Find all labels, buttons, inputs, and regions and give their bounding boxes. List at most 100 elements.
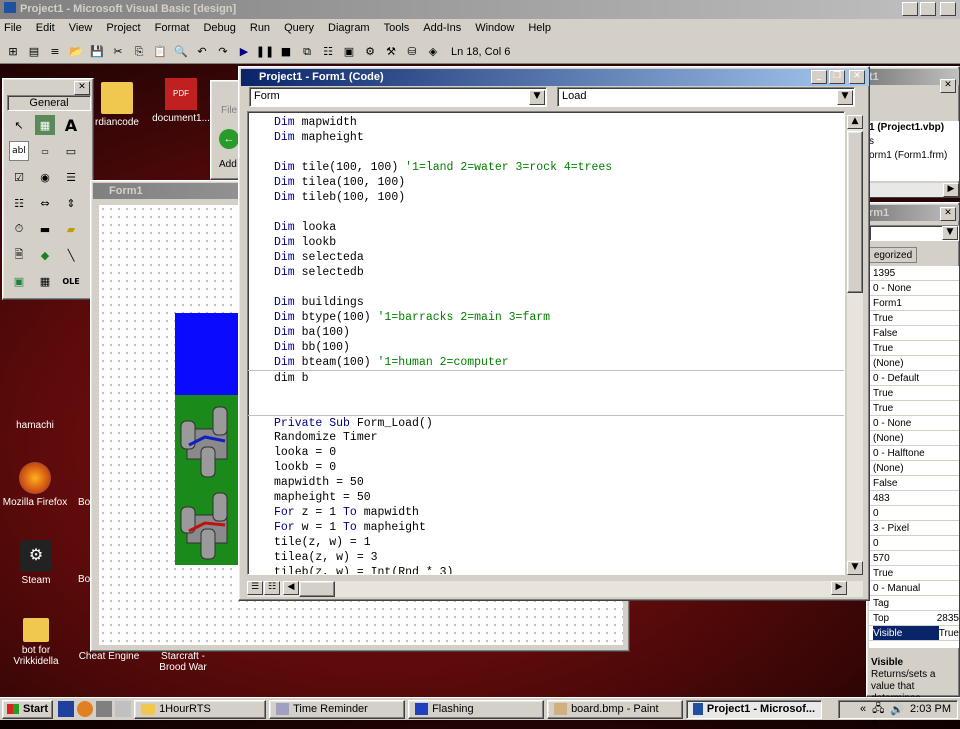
menu-tools[interactable]: Tools — [384, 22, 410, 36]
tree-item-project[interactable]: 1 (Project1.vbp) — [869, 121, 959, 135]
project-hscroll[interactable]: ▶ — [869, 183, 959, 197]
property-row[interactable]: True — [869, 386, 959, 401]
menu-view[interactable]: View — [69, 22, 93, 36]
code-window-title-bar[interactable]: Project1 - Form1 (Code) _ ❐ ✕ — [241, 69, 869, 86]
quicklaunch-icon[interactable] — [115, 701, 132, 717]
menu-file[interactable]: File — [4, 22, 22, 36]
desktop-icon-steam[interactable]: ⚙ Steam — [1, 540, 71, 586]
menu-format[interactable]: Format — [155, 22, 190, 36]
property-row[interactable]: Top 2835 — [869, 611, 959, 626]
open-icon[interactable]: 📂 — [67, 43, 85, 61]
quicklaunch-icon[interactable] — [58, 701, 75, 717]
quicklaunch-icon[interactable] — [96, 701, 113, 717]
code-close-button[interactable]: ✕ — [849, 70, 865, 84]
code-window[interactable]: Project1 - Form1 (Code) _ ❐ ✕ Form ▼ Loa… — [238, 66, 870, 601]
property-row[interactable]: True — [869, 341, 959, 356]
frame-icon[interactable]: ▭ — [35, 141, 55, 161]
drivelistbox-icon[interactable]: ▬ — [35, 219, 55, 239]
property-row[interactable]: 0 — [869, 536, 959, 551]
filelistbox-icon[interactable]: 🗎 — [9, 245, 29, 265]
desktop-icon-hamachi[interactable]: hamachi — [0, 420, 70, 431]
checkbox-icon[interactable]: ☑ — [9, 167, 29, 187]
property-row[interactable]: True — [869, 311, 959, 326]
picturebox-icon[interactable]: ▦ — [35, 115, 55, 135]
toolbox-icon[interactable]: ⚒ — [382, 43, 400, 61]
code-editor[interactable]: Dim mapwidth Dim mapheight Dim tile(100, 1… — [247, 111, 845, 575]
properties-window[interactable]: rm1 ✕ ▼ egorized 1395 0 - None Form1 True Fa… — [866, 202, 960, 728]
property-row[interactable]: 570 — [869, 551, 959, 566]
property-row[interactable]: True — [869, 401, 959, 416]
redo-icon[interactable]: ↷ — [214, 43, 232, 61]
property-row[interactable]: 0 - Default — [869, 371, 959, 386]
scroll-left-arrow-icon[interactable]: ◀ — [283, 581, 299, 595]
desktop-icon-bo1[interactable]: Bo — [78, 497, 90, 508]
find-icon[interactable]: 🔍 — [172, 43, 190, 61]
scroll-right-arrow-icon[interactable]: ▶ — [831, 581, 847, 595]
add-project-icon[interactable]: ⊞ — [4, 43, 22, 61]
menu-project[interactable]: Project — [106, 22, 140, 36]
tree-item-form1[interactable]: orm1 (Form1.frm) — [869, 149, 959, 163]
optionbutton-icon[interactable]: ◉ — [35, 167, 55, 187]
cut-icon[interactable]: ✂ — [109, 43, 127, 61]
property-row[interactable]: (None) — [869, 461, 959, 476]
task-paint[interactable]: board.bmp - Paint — [547, 699, 684, 719]
project-explorer-icon[interactable]: ⧉ — [298, 43, 316, 61]
start-button[interactable]: Start — [2, 699, 54, 719]
scroll-right-arrow-icon[interactable]: ▶ — [943, 183, 959, 197]
menu-run[interactable]: Run — [250, 22, 270, 36]
property-row[interactable]: 1395 — [869, 266, 959, 281]
menu-diagram[interactable]: Diagram — [328, 22, 370, 36]
back-arrow-icon[interactable]: ← — [219, 129, 239, 149]
label-icon[interactable]: A — [61, 115, 81, 135]
object-browser-icon[interactable]: ⚙ — [361, 43, 379, 61]
dirlistbox-icon[interactable]: ▰ — [61, 219, 81, 239]
project-explorer-window[interactable]: t1 ✕ 1 (Project1.vbp) s orm1 (Form1.frm)… — [866, 66, 960, 198]
component-manager-icon[interactable]: ◈ — [424, 43, 442, 61]
desktop-icon-document1[interactable]: PDF document1... — [146, 78, 216, 124]
tree-item-forms[interactable]: s — [869, 135, 959, 149]
chevron-down-icon[interactable]: ▼ — [942, 226, 958, 240]
maximize-button[interactable]: ❐ — [920, 2, 936, 16]
property-row[interactable]: 0 - Manual — [869, 581, 959, 596]
properties-close-button[interactable]: ✕ — [940, 207, 956, 221]
main-title-bar[interactable]: Project1 - Microsoft Visual Basic [desig… — [0, 0, 960, 19]
property-row[interactable]: Form1 — [869, 296, 959, 311]
desktop-icon-starcraft[interactable]: Starcraft - Brood War — [148, 651, 218, 673]
add-form-icon[interactable]: ▤ — [25, 43, 43, 61]
task-time-reminder[interactable]: Time Reminder — [269, 699, 406, 719]
project-explorer-close-button[interactable]: ✕ — [940, 79, 956, 93]
volume-icon[interactable]: 🔊 — [890, 703, 904, 716]
tab-categorized[interactable]: egorized — [869, 247, 917, 263]
run-icon[interactable]: ▶ — [235, 43, 253, 61]
desktop-icon-bo2[interactable]: Bo — [78, 574, 90, 585]
pause-icon[interactable]: ❚❚ — [256, 43, 274, 61]
toolbox-tab-general[interactable]: General — [7, 95, 91, 111]
scroll-up-arrow-icon[interactable]: ▲ — [847, 115, 863, 129]
tray-expand-icon[interactable]: « — [860, 703, 866, 715]
code-vscrollbar[interactable]: ▲ ▼ — [847, 115, 863, 575]
procedure-view-icon[interactable]: ☰ — [247, 581, 263, 595]
task-1hourrts[interactable]: 1HourRTS — [134, 699, 267, 719]
property-row[interactable]: False — [869, 476, 959, 491]
undo-icon[interactable]: ↶ — [193, 43, 211, 61]
object-selector-combo[interactable]: ▼ — [869, 225, 959, 241]
hscroll-thumb[interactable] — [299, 581, 335, 597]
property-row[interactable]: (None) — [869, 431, 959, 446]
menu-query[interactable]: Query — [284, 22, 314, 36]
toolbox-close-button[interactable]: ✕ — [74, 81, 90, 95]
hscrollbar-icon[interactable]: ⇔ — [35, 193, 55, 213]
close-button[interactable]: ✕ — [940, 2, 956, 16]
minimize-button[interactable]: _ — [902, 2, 918, 16]
network-icon[interactable]: 🖧 — [872, 701, 884, 718]
menu-addins[interactable]: Add-Ins — [423, 22, 461, 36]
property-row[interactable]: 483 — [869, 491, 959, 506]
listbox-icon[interactable]: ☷ — [9, 193, 29, 213]
combobox-icon[interactable]: ☰ — [61, 167, 81, 187]
property-row[interactable]: (None) — [869, 356, 959, 371]
property-row[interactable]: True — [869, 566, 959, 581]
menu-editor-icon[interactable]: ≡ — [46, 43, 64, 61]
menu-debug[interactable]: Debug — [203, 22, 235, 36]
commandbutton-icon[interactable]: ▭ — [61, 141, 81, 161]
full-module-view-icon[interactable]: ☷ — [264, 581, 280, 595]
menu-help[interactable]: Help — [528, 22, 551, 36]
